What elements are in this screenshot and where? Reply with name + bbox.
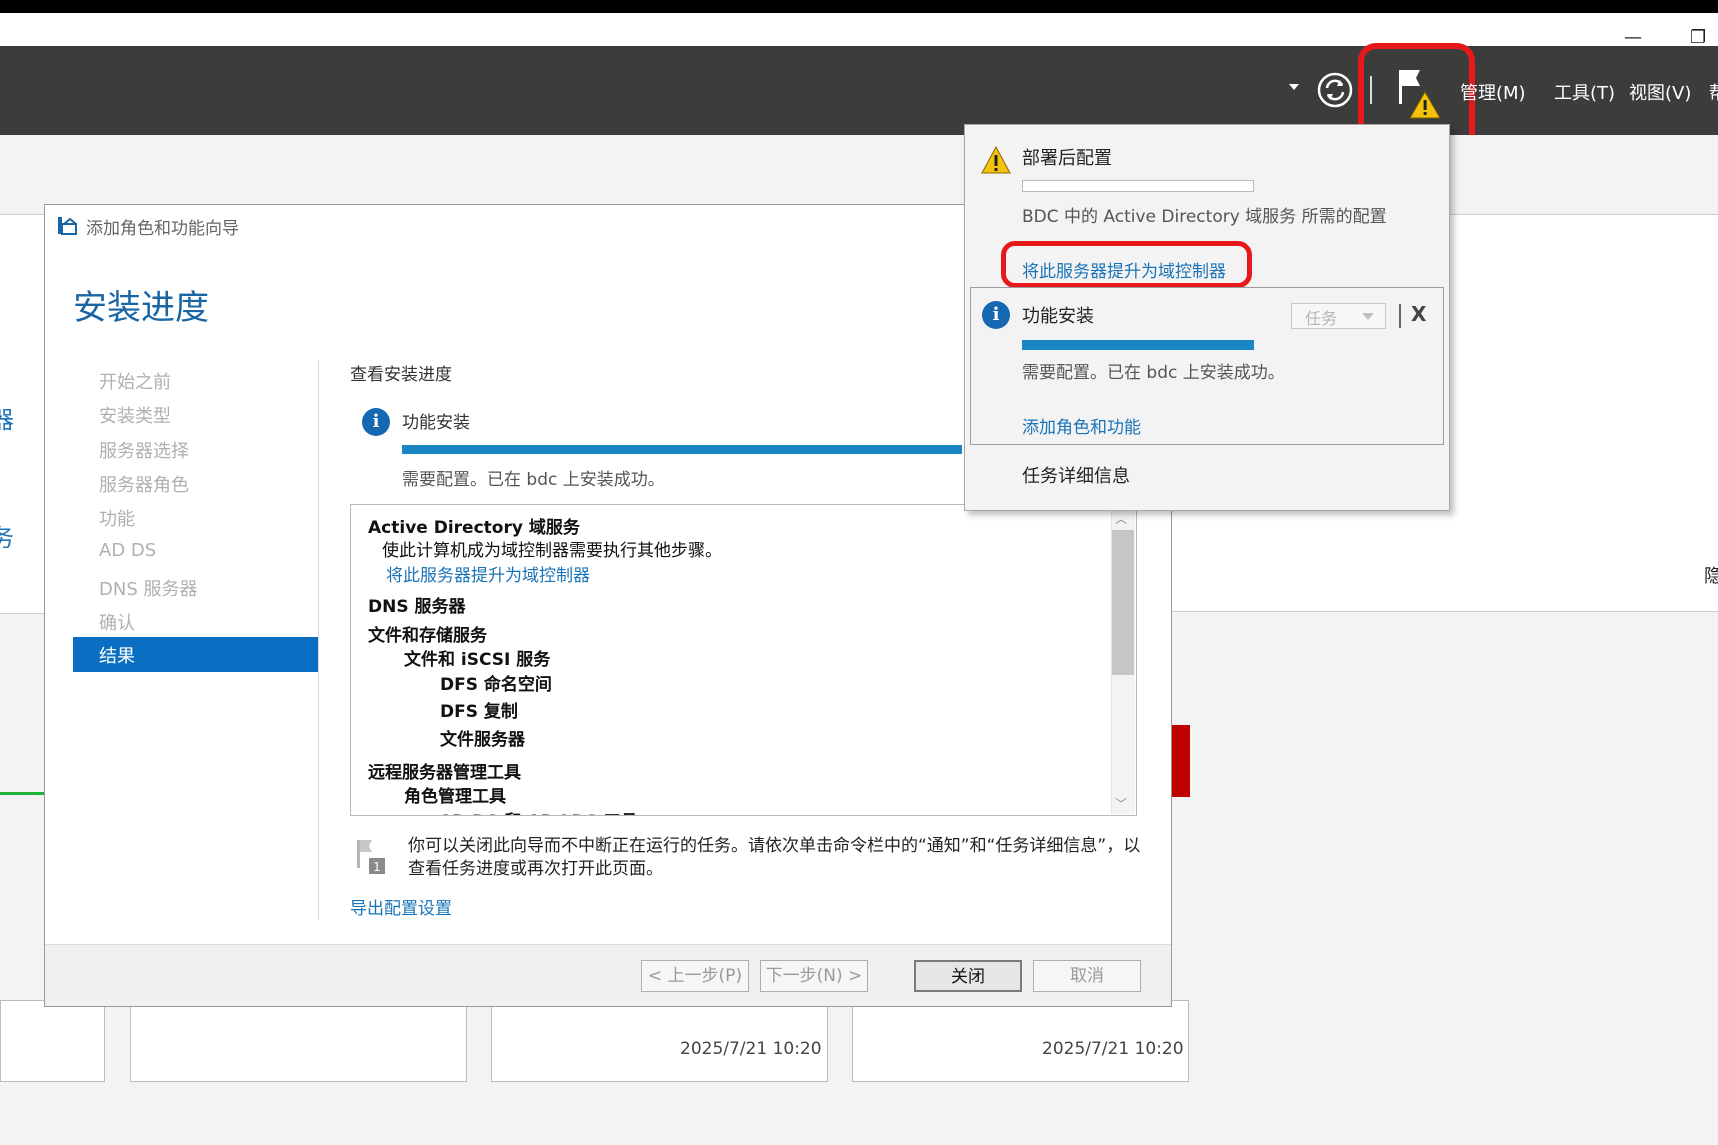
dashboard-left-text[interactable]: 务 <box>0 518 14 553</box>
info-icon: i <box>982 301 1010 329</box>
tile-timestamp: 2025/7/21 10:20 <box>680 1039 822 1059</box>
status-bar-red <box>1170 725 1190 797</box>
previous-button[interactable]: < 上一步(P) <box>641 960 749 992</box>
nav-item-ad-ds: AD DS <box>99 540 157 561</box>
result-rsat: 远程服务器管理工具 <box>368 763 521 783</box>
notification-flag-icon: 1 <box>357 840 385 874</box>
scroll-up-icon[interactable]: ︿ <box>1115 510 1127 527</box>
wizard-title: 添加角色和功能向导 <box>86 219 239 239</box>
export-config-link[interactable]: 导出配置设置 <box>350 894 452 919</box>
result-adds-desc: 使此计算机成为域控制器需要执行其他步骤。 <box>382 541 722 561</box>
next-button[interactable]: 下一步(N) > <box>760 960 868 992</box>
task-dropdown-label: 任务 <box>1305 309 1338 328</box>
close-button[interactable]: 关闭 <box>914 960 1022 992</box>
menu-manage[interactable]: 管理(M) <box>1460 79 1526 105</box>
nav-item-dns-server: DNS 服务器 <box>99 579 198 600</box>
info-icon: i <box>362 408 390 436</box>
nav-divider <box>318 360 319 920</box>
window-title-bar: — ❐ <box>0 13 1718 48</box>
nav-item-results-label: 结果 <box>99 646 135 667</box>
scrollbar-thumb[interactable] <box>1112 530 1134 675</box>
result-adds-tools: AD DS 和 AD LDS 工具 <box>439 807 638 815</box>
promote-dc-link[interactable]: 将此服务器提升为域控制器 <box>386 561 590 586</box>
dashboard-right-text[interactable]: 隐 <box>1704 562 1718 588</box>
chevron-down-icon <box>1362 313 1374 320</box>
restore-button[interactable]: ❐ <box>1690 27 1706 48</box>
result-clip: AD DS 和 AD LDS 工具 <box>351 804 1111 815</box>
result-dfs-namespace: DFS 命名空间 <box>440 675 552 695</box>
nav-item-before-you-begin: 开始之前 <box>99 372 171 393</box>
dropdown-arrow-icon[interactable] <box>1289 84 1299 90</box>
cancel-button[interactable]: 取消 <box>1033 960 1141 992</box>
section-title: 查看安装进度 <box>350 365 452 385</box>
dashboard-left-text[interactable]: 器 <box>0 400 14 435</box>
result-file-server: 文件服务器 <box>440 730 525 750</box>
feature-install-status: 需要配置。已在 bdc 上安装成功。 <box>1022 363 1285 383</box>
result-adds-title: Active Directory 域服务 <box>368 518 580 538</box>
task-details-link[interactable]: 任务详细信息 <box>1022 462 1130 488</box>
menu-view[interactable]: 视图(V) <box>1629 79 1691 105</box>
scroll-down-icon[interactable]: ﹀ <box>1115 795 1127 812</box>
page-title: 安装进度 <box>73 288 209 328</box>
svg-text:1: 1 <box>373 860 381 874</box>
menu-tools[interactable]: 工具(T) <box>1554 79 1615 105</box>
top-border <box>0 0 1718 13</box>
nav-item-installation-type: 安装类型 <box>99 406 171 427</box>
feature-install-title: 功能安装 <box>1022 306 1094 327</box>
link-highlight-annotation <box>1001 241 1252 288</box>
nav-item-features: 功能 <box>99 509 135 530</box>
status-line-green <box>0 792 46 795</box>
task-name: 功能安装 <box>402 413 470 433</box>
nav-item-server-roles: 服务器角色 <box>99 475 189 496</box>
feature-install-progress-bar <box>1022 340 1254 350</box>
warning-icon <box>981 146 1011 174</box>
result-file-storage: 文件和存储服务 <box>368 626 487 646</box>
result-dns: DNS 服务器 <box>368 597 466 617</box>
nav-item-server-selection: 服务器选择 <box>99 441 189 462</box>
separator <box>1399 304 1401 328</box>
post-deploy-desc: BDC 中的 Active Directory 域服务 所需的配置 <box>1022 207 1387 227</box>
close-notification-button[interactable]: X <box>1411 302 1426 326</box>
server-manager-icon <box>58 217 77 235</box>
minimize-button[interactable]: — <box>1624 27 1642 48</box>
task-progress-bar <box>402 445 962 454</box>
wizard-note: 你可以关闭此向导而不中断正在运行的任务。请依次单击命令栏中的“通知”和“任务详细… <box>408 836 1141 879</box>
tile-timestamp: 2025/7/21 10:20 <box>1042 1039 1184 1059</box>
post-deploy-title: 部署后配置 <box>1022 148 1112 169</box>
dashboard-tile <box>0 1000 105 1082</box>
post-deploy-progress-bar <box>1022 180 1254 192</box>
refresh-icon[interactable] <box>1316 71 1354 109</box>
dashboard-tile <box>130 1000 467 1082</box>
nav-item-confirmation: 确认 <box>99 613 135 634</box>
task-status: 需要配置。已在 bdc 上安装成功。 <box>402 470 665 490</box>
result-dfs-replication: DFS 复制 <box>440 702 518 722</box>
menu-help[interactable]: 帮 <box>1709 79 1718 105</box>
result-file-iscsi: 文件和 iSCSI 服务 <box>404 650 551 670</box>
add-roles-features-link[interactable]: 添加角色和功能 <box>1022 413 1141 438</box>
